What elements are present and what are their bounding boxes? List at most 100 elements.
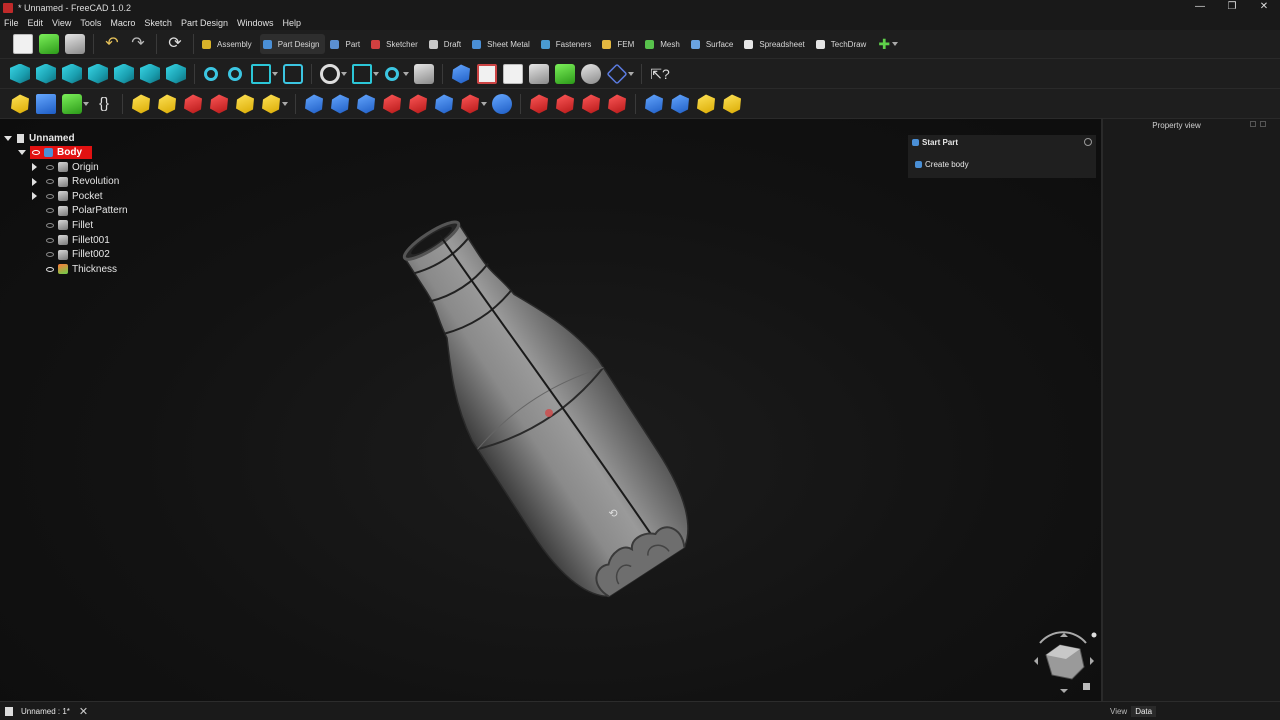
- collapse-icon[interactable]: [1084, 138, 1092, 146]
- view-left-icon[interactable]: [166, 63, 186, 84]
- chevron-down-icon[interactable]: [481, 101, 487, 106]
- chevron-down-icon[interactable]: [282, 101, 288, 106]
- addon-manager-icon[interactable]: [555, 63, 575, 84]
- menu-tools[interactable]: Tools: [80, 18, 101, 28]
- tree-item-origin[interactable]: Origin: [32, 160, 99, 174]
- expand-arrow-icon[interactable]: [32, 177, 37, 186]
- fillet-icon[interactable]: [530, 94, 548, 114]
- additive-primitive-icon[interactable]: [262, 94, 280, 114]
- tree-item-pocket[interactable]: Pocket: [32, 189, 103, 203]
- revolution-icon[interactable]: [158, 94, 176, 114]
- hidden-eye-icon[interactable]: [46, 179, 54, 185]
- navigation-cube[interactable]: [1034, 631, 1097, 693]
- save-document-icon[interactable]: [65, 34, 85, 54]
- tab-draft[interactable]: Draft: [426, 34, 467, 54]
- draw-style-icon[interactable]: [320, 63, 340, 84]
- tree-item-thickness[interactable]: Thickness: [32, 262, 117, 276]
- tree-item-fillet[interactable]: Fillet: [32, 218, 93, 232]
- tab-fasteners[interactable]: Fasteners: [538, 34, 598, 54]
- subtractive-pipe-icon[interactable]: [409, 94, 427, 114]
- visibility-eye-icon[interactable]: [32, 149, 40, 155]
- chevron-down-icon[interactable]: [341, 71, 347, 76]
- tab-techdraw[interactable]: TechDraw: [813, 34, 873, 54]
- boolean-icon[interactable]: [492, 93, 512, 114]
- hidden-eye-icon[interactable]: [46, 237, 54, 243]
- draft-icon[interactable]: [582, 94, 600, 114]
- chevron-down-icon[interactable]: [83, 101, 89, 106]
- close-panel-icon[interactable]: [1260, 121, 1266, 127]
- menu-view[interactable]: View: [52, 18, 71, 28]
- add-workbench-icon[interactable]: ✚: [878, 36, 890, 53]
- additive-loft-icon[interactable]: [184, 94, 202, 114]
- body-selected[interactable]: Body: [30, 145, 92, 159]
- menu-part-design[interactable]: Part Design: [181, 18, 228, 28]
- chevron-down-icon[interactable]: [892, 42, 899, 46]
- section-cut-icon[interactable]: [414, 63, 434, 84]
- mirrored-icon[interactable]: [645, 94, 663, 114]
- menu-file[interactable]: File: [4, 18, 19, 28]
- tab-sheet-metal[interactable]: Sheet Metal: [469, 34, 536, 54]
- close-button[interactable]: ✕: [1248, 0, 1280, 15]
- tree-item-polarpattern[interactable]: PolarPattern: [32, 204, 128, 218]
- chevron-down-icon[interactable]: [373, 71, 379, 76]
- pad-icon[interactable]: [132, 94, 150, 114]
- document-tab[interactable]: Unnamed : 1* ✕: [0, 705, 88, 718]
- polar-pattern-icon[interactable]: [697, 94, 715, 114]
- create-body-icon[interactable]: [11, 94, 29, 114]
- multi-transform-icon[interactable]: [723, 94, 741, 114]
- fit-selection-icon[interactable]: [228, 66, 242, 81]
- box-selection-icon[interactable]: [352, 63, 372, 84]
- bottle-model[interactable]: ⟲: [0, 119, 1101, 701]
- tab-sketcher[interactable]: Sketcher: [368, 34, 424, 54]
- subtractive-primitive-icon[interactable]: [461, 94, 479, 114]
- tree-body-row[interactable]: Body: [18, 145, 92, 159]
- chevron-down-icon[interactable]: [272, 71, 278, 76]
- 3d-viewport[interactable]: ⟲: [0, 119, 1101, 701]
- menu-help[interactable]: Help: [282, 18, 301, 28]
- tree-item-fillet002[interactable]: Fillet002: [32, 248, 110, 262]
- spreadsheet-icon[interactable]: [529, 63, 549, 84]
- tab-mesh[interactable]: Mesh: [642, 34, 686, 54]
- collapse-arrow-icon[interactable]: [4, 135, 12, 141]
- attach-sketch-icon[interactable]: [62, 93, 82, 114]
- maximize-button[interactable]: ❐: [1216, 0, 1248, 15]
- std-views-icon[interactable]: [251, 63, 271, 84]
- measure-icon[interactable]: [385, 66, 399, 81]
- fit-all-icon[interactable]: [204, 66, 218, 81]
- create-body-action[interactable]: Create body: [908, 156, 1096, 172]
- tree-item-revolution[interactable]: Revolution: [32, 175, 119, 189]
- menu-sketch[interactable]: Sketch: [144, 18, 172, 28]
- subtractive-helix-icon[interactable]: [435, 94, 453, 114]
- menu-windows[interactable]: Windows: [237, 18, 274, 28]
- sync-view-icon[interactable]: [283, 63, 303, 84]
- datum-icon[interactable]: [606, 62, 628, 85]
- macro-icon[interactable]: [581, 63, 601, 84]
- close-tab-icon[interactable]: ✕: [79, 705, 88, 718]
- part-icon[interactable]: [452, 64, 470, 84]
- link-icon[interactable]: [503, 63, 523, 84]
- hidden-eye-icon[interactable]: [46, 208, 54, 214]
- thickness-icon[interactable]: [608, 94, 626, 114]
- hidden-eye-icon[interactable]: [46, 222, 54, 228]
- hidden-eye-icon[interactable]: [46, 252, 54, 258]
- create-sketch-icon[interactable]: [36, 93, 56, 114]
- menu-macro[interactable]: Macro: [110, 18, 135, 28]
- additive-helix-icon[interactable]: [236, 94, 254, 114]
- additive-pipe-icon[interactable]: [210, 94, 228, 114]
- tab-fem[interactable]: FEM: [599, 34, 640, 54]
- redo-icon[interactable]: ↷: [128, 34, 148, 54]
- menu-edit[interactable]: Edit: [28, 18, 44, 28]
- chevron-down-icon[interactable]: [628, 71, 634, 76]
- hidden-eye-icon[interactable]: [46, 193, 54, 199]
- chevron-down-icon[interactable]: [403, 71, 409, 76]
- tab-data[interactable]: Data: [1131, 706, 1157, 717]
- group-icon[interactable]: [477, 63, 497, 84]
- expand-arrow-icon[interactable]: [32, 163, 37, 171]
- tab-view[interactable]: View: [1106, 706, 1131, 717]
- tree-root-row[interactable]: Unnamed: [4, 131, 75, 145]
- tree-item-fillet001[interactable]: Fillet001: [32, 233, 110, 247]
- view-bottom-icon[interactable]: [140, 63, 160, 84]
- chamfer-icon[interactable]: [556, 94, 574, 114]
- pocket-icon[interactable]: [305, 94, 323, 114]
- view-front-icon[interactable]: [36, 63, 56, 84]
